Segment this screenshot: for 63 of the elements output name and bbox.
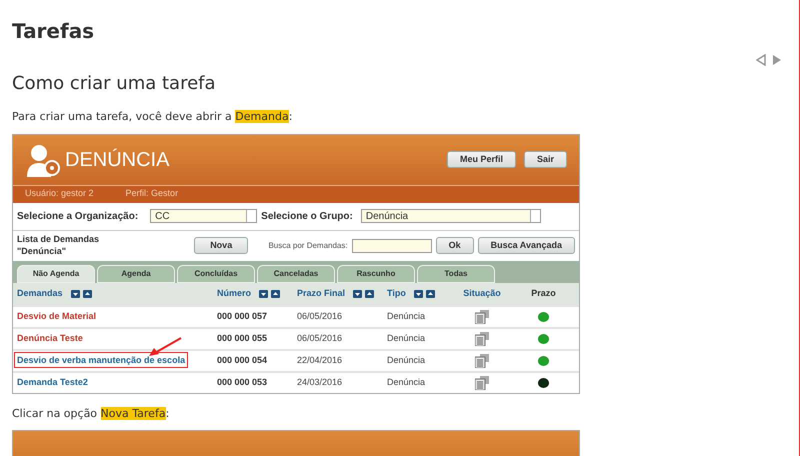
- ok-button[interactable]: Ok: [436, 237, 474, 254]
- type-cell: Denúncia: [387, 310, 426, 321]
- number-cell: 000 000 054: [217, 354, 268, 365]
- new-button[interactable]: Nova: [194, 237, 248, 254]
- column-header[interactable]: Prazo: [531, 286, 556, 300]
- document-icon[interactable]: [475, 376, 489, 390]
- next-icon[interactable]: [771, 54, 783, 66]
- deadline-cell: 22/04/2016: [297, 354, 342, 365]
- column-header[interactable]: Número: [217, 286, 252, 300]
- previous-icon[interactable]: [755, 54, 767, 66]
- user-badge-icon: [25, 142, 61, 176]
- advanced-search-button[interactable]: Busca Avançada: [478, 237, 575, 254]
- column-header[interactable]: Situação: [463, 286, 501, 300]
- column-header[interactable]: Demandas: [17, 286, 63, 300]
- sort-down-icon[interactable]: [353, 290, 362, 298]
- deadline-cell: 24/03/2016: [297, 376, 342, 387]
- header-button[interactable]: Meu Perfil: [446, 151, 516, 168]
- section-title: Como criar uma tarefa: [12, 72, 217, 96]
- demand-link[interactable]: Denúncia Teste: [17, 332, 83, 343]
- instruction-text: Clicar na opção Nova Tarefa:: [12, 406, 170, 422]
- column-header[interactable]: Prazo Final: [297, 286, 346, 300]
- search-field[interactable]: [352, 238, 432, 252]
- type-cell: Denúncia: [387, 376, 426, 387]
- tab[interactable]: Todas: [417, 264, 495, 282]
- document-icon[interactable]: [475, 310, 489, 324]
- profile-label: Perfil: Gestor: [126, 187, 178, 200]
- sort-up-icon[interactable]: [82, 290, 92, 298]
- organization-select[interactable]: CC: [150, 209, 258, 223]
- document-icon[interactable]: [475, 354, 489, 368]
- column-header[interactable]: Tipo: [387, 286, 406, 300]
- sort-up-icon[interactable]: [365, 290, 374, 298]
- sort-up-icon[interactable]: [271, 290, 280, 298]
- number-cell: 000 000 057: [217, 310, 268, 321]
- pointer-arrow: [147, 336, 183, 358]
- user-label: Usuário: gestor 2: [25, 187, 94, 200]
- demand-link[interactable]: Desvio de verba manutenção de escola: [14, 352, 188, 368]
- number-cell: 000 000 053: [217, 376, 268, 387]
- search-label: Busca por Demandas:: [268, 240, 348, 252]
- type-cell: Denúncia: [387, 354, 426, 365]
- tab[interactable]: Rascunho: [337, 264, 415, 282]
- tab[interactable]: Canceladas: [257, 264, 335, 282]
- group-select[interactable]: Denúncia: [360, 209, 541, 223]
- page-title: Tarefas: [12, 18, 96, 45]
- group-label: Selecione o Grupo:: [261, 210, 353, 224]
- intro-text: Para criar uma tarefa, você deve abrir a Demanda:: [12, 109, 294, 125]
- sort-down-icon[interactable]: [70, 290, 80, 298]
- list-title: Lista de Demandas "Denúncia": [17, 234, 100, 257]
- demand-link[interactable]: Desvio de Material: [17, 310, 96, 321]
- app-title: DENÚNCIA: [65, 148, 170, 172]
- sort-down-icon[interactable]: [259, 290, 268, 298]
- organization-label: Selecione a Organização:: [17, 210, 138, 224]
- number-cell: 000 000 055: [217, 332, 268, 343]
- sort-down-icon[interactable]: [414, 290, 423, 298]
- tab[interactable]: Agenda: [97, 264, 175, 282]
- demand-link[interactable]: Demanda Teste2: [17, 376, 88, 387]
- deadline-cell: 06/05/2016: [297, 310, 342, 321]
- tab[interactable]: Não Agenda: [17, 264, 95, 282]
- document-icon[interactable]: [475, 332, 489, 346]
- type-cell: Denúncia: [387, 332, 426, 343]
- header-button[interactable]: Sair: [524, 151, 567, 168]
- deadline-cell: 06/05/2016: [297, 332, 342, 343]
- sort-up-icon[interactable]: [426, 290, 435, 298]
- tab[interactable]: Concluídas: [177, 264, 255, 282]
